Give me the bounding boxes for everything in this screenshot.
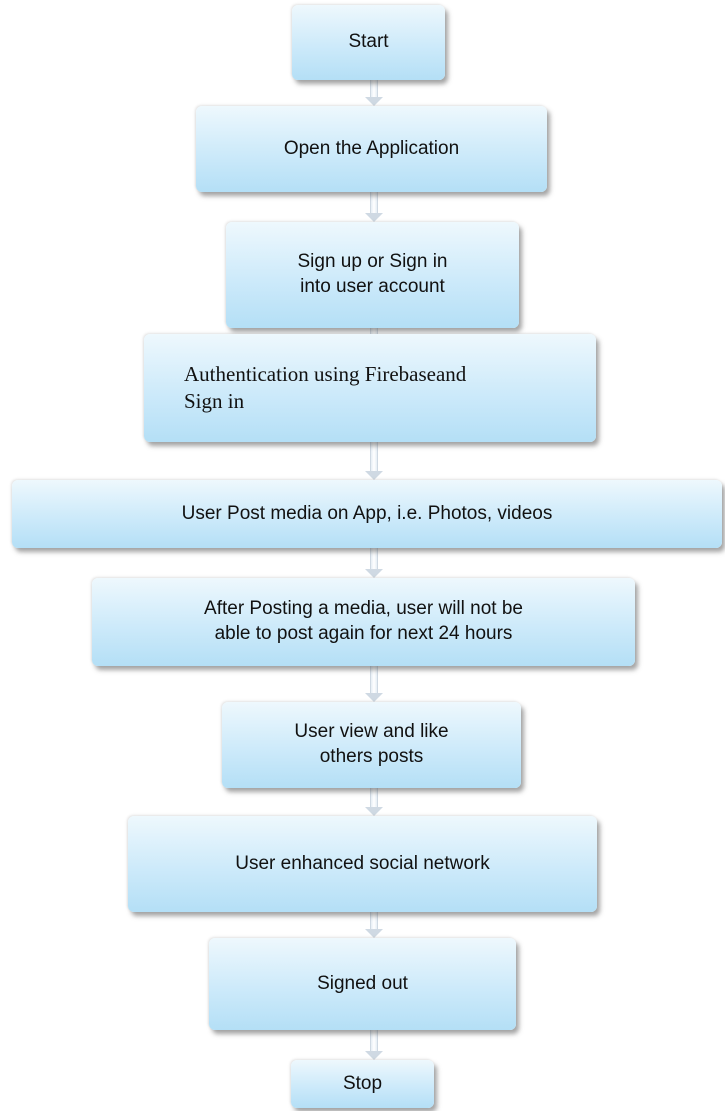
step-authentication-firebase: Authentication using Firebaseand Sign in [144, 334, 596, 442]
connector-arrow [363, 1030, 385, 1060]
connector-arrow [363, 548, 385, 578]
connector-arrow [363, 666, 385, 702]
step-view-and-like-posts: User view and like others posts [222, 702, 521, 788]
flowchart: Start Open the Application Sign up or Si… [0, 0, 725, 1111]
connector-arrow [363, 80, 385, 106]
step-enhanced-social-network: User enhanced social network [128, 816, 597, 912]
connector-arrow [363, 912, 385, 938]
connector-arrow [363, 442, 385, 480]
step-signed-out: Signed out [209, 938, 516, 1030]
step-sign-up-or-sign-in: Sign up or Sign in into user account [226, 222, 519, 328]
connector-arrow [363, 788, 385, 816]
step-user-post-media: User Post media on App, i.e. Photos, vid… [12, 480, 722, 548]
step-open-application: Open the Application [196, 106, 547, 192]
step-posting-limit: After Posting a media, user will not be … [92, 578, 635, 666]
step-authentication-label: Authentication using Firebaseand Sign in [184, 361, 467, 413]
step-stop: Stop [291, 1060, 434, 1108]
step-start: Start [292, 5, 445, 80]
connector-arrow [363, 192, 385, 222]
